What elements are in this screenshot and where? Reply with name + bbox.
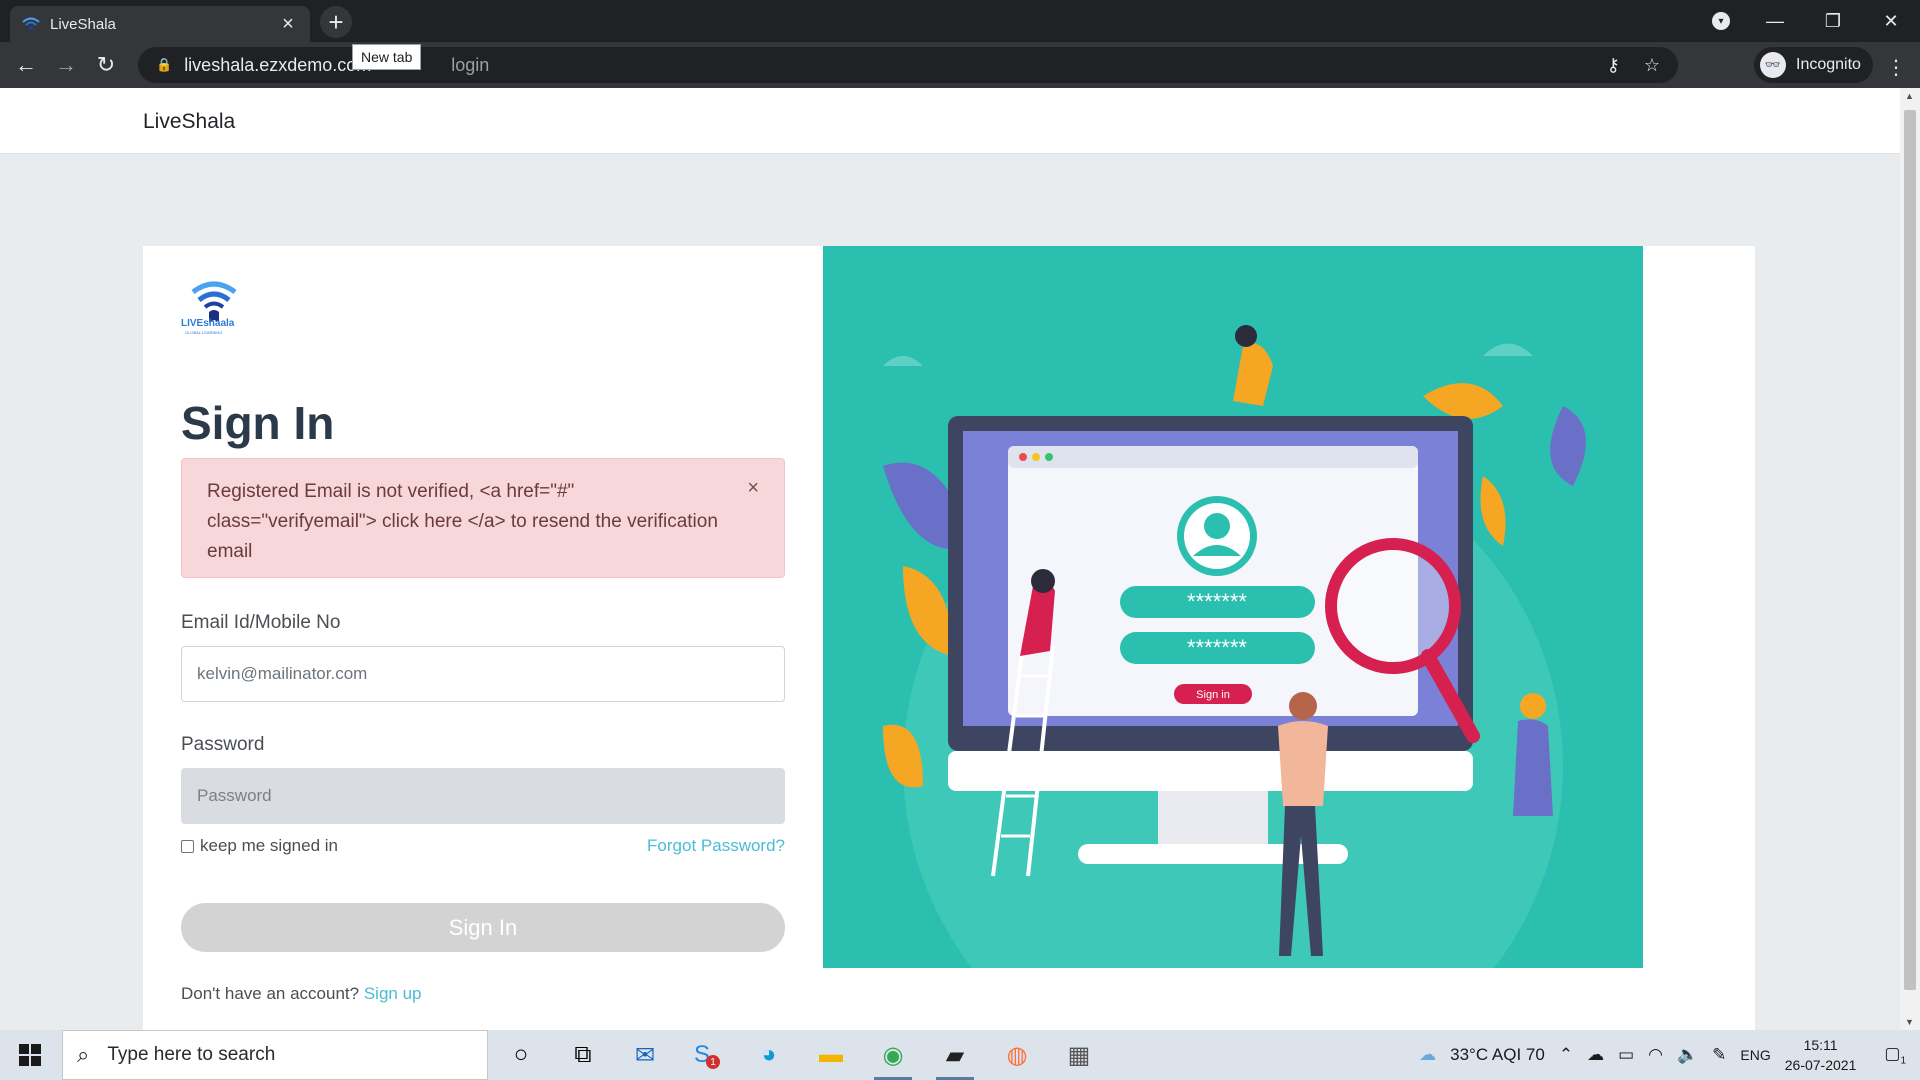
sticky-notes-icon[interactable]: ▰: [924, 1030, 986, 1080]
forward-icon[interactable]: →: [46, 52, 86, 78]
search-icon: ⌕: [77, 1042, 90, 1067]
scroll-down-icon[interactable]: ▼: [1905, 1017, 1914, 1027]
taskbar-search-input[interactable]: ⌕ Type here to search: [62, 1030, 488, 1080]
tab-search-icon[interactable]: ▾: [1712, 12, 1730, 30]
key-icon[interactable]: ⚷: [1607, 55, 1620, 76]
weather-cloud-icon[interactable]: ☁: [1419, 1045, 1436, 1065]
login-illustration: ******* ******* Sign in: [823, 246, 1643, 968]
tab-close-icon[interactable]: ×: [278, 13, 298, 36]
cortana-icon[interactable]: ○: [490, 1030, 552, 1080]
skype-badge: 1: [706, 1055, 720, 1069]
alert-close-icon[interactable]: ×: [747, 473, 759, 503]
back-icon[interactable]: ←: [6, 52, 46, 78]
email-field[interactable]: kelvin@mailinator.com: [181, 646, 785, 702]
signin-form-panel: LIVEshaala GLOBAL LEARNING Sign In Regis…: [143, 246, 823, 1030]
start-button[interactable]: [0, 1030, 60, 1080]
signin-card: LIVEshaala GLOBAL LEARNING Sign In Regis…: [143, 246, 1755, 1030]
wifi-favicon-icon: [22, 17, 40, 30]
alert-message: Registered Email is not verified, <a hre…: [207, 481, 718, 562]
remember-checkbox[interactable]: [181, 839, 194, 853]
notifications-icon[interactable]: ▢1: [1884, 1044, 1906, 1066]
close-window-icon[interactable]: ✕: [1862, 11, 1920, 32]
email-label: Email Id/Mobile No: [181, 612, 341, 633]
new-tab-button[interactable]: +: [320, 6, 352, 38]
illustration-signin-label: Sign in: [1196, 689, 1230, 701]
browser-menu-icon[interactable]: ⋮: [1886, 55, 1906, 80]
battery-icon[interactable]: ▭: [1618, 1045, 1634, 1065]
chrome-icon[interactable]: ◉: [862, 1030, 924, 1080]
url-path: login: [451, 54, 490, 75]
weather-text[interactable]: 33°C AQI 70: [1450, 1045, 1545, 1065]
file-explorer-icon[interactable]: ▬: [800, 1030, 862, 1080]
tab-title: LiveShala: [50, 15, 116, 33]
page-title: Sign In: [181, 397, 335, 449]
page-viewport: LiveShala LIVEshaala GLOBAL LEARNING Sig…: [0, 88, 1900, 1030]
signup-link[interactable]: Sign up: [364, 984, 422, 1003]
browser-tab-bar: LiveShala × + ▾ — ❐ ✕: [0, 0, 1920, 42]
incognito-label: Incognito: [1796, 56, 1861, 73]
signup-prompt-text: Don't have an account?: [181, 984, 360, 1003]
window-controls: — ❐ ✕: [1746, 0, 1920, 42]
wifi-icon[interactable]: ◠: [1648, 1045, 1663, 1065]
signup-prompt: Don't have an account? Sign up: [181, 984, 422, 1004]
remember-label: keep me signed in: [200, 836, 338, 855]
show-hidden-icons-icon[interactable]: ⌃: [1559, 1045, 1573, 1065]
clock-time: 15:11: [1803, 1037, 1838, 1053]
taskbar-apps: ○ ⧉ ✉ S1 ◕ ▬ ◉ ▰ ◍ ▦: [490, 1030, 1110, 1080]
site-header: LiveShala: [0, 88, 1900, 154]
site-brand-link[interactable]: LiveShala: [143, 110, 235, 134]
calculator-icon[interactable]: ▦: [1048, 1030, 1110, 1080]
logo-text: LIVEshaala: [181, 318, 235, 329]
minimize-icon[interactable]: —: [1746, 11, 1804, 32]
remember-me[interactable]: keep me signed in: [181, 836, 338, 856]
password-mask-2: *******: [1187, 635, 1247, 660]
browser-toolbar: ← → ↻ 🔒 liveshala.ezxdemo.com login ⚷ ☆ …: [0, 42, 1920, 88]
logo-subtext: GLOBAL LEARNING: [185, 330, 223, 335]
password-label: Password: [181, 734, 265, 755]
url-host: liveshala.ezxdemo.com: [184, 54, 372, 75]
taskbar-search-placeholder: Type here to search: [107, 1044, 276, 1065]
bookmark-star-icon[interactable]: ☆: [1644, 55, 1660, 76]
notification-count: 1: [1900, 1055, 1906, 1067]
scroll-up-icon[interactable]: ▲: [1905, 91, 1914, 101]
onedrive-icon[interactable]: ☁: [1587, 1045, 1604, 1065]
password-field[interactable]: Password: [181, 768, 785, 824]
windows-taskbar: ⌕ Type here to search ○ ⧉ ✉ S1 ◕ ▬ ◉ ▰ ◍…: [0, 1030, 1920, 1080]
restore-icon[interactable]: ❐: [1804, 11, 1862, 32]
scrollbar-thumb[interactable]: [1904, 110, 1916, 990]
forgot-password-link[interactable]: Forgot Password?: [647, 836, 785, 856]
pen-icon[interactable]: ✎: [1712, 1045, 1726, 1065]
browser-tab[interactable]: LiveShala ×: [10, 6, 310, 42]
password-mask-1: *******: [1187, 589, 1247, 614]
reload-icon[interactable]: ↻: [86, 52, 126, 78]
task-view-icon[interactable]: ⧉: [552, 1030, 614, 1080]
error-alert: Registered Email is not verified, <a hre…: [181, 458, 785, 578]
incognito-profile-button[interactable]: 👓 Incognito: [1754, 47, 1873, 83]
system-tray: ☁ 33°C AQI 70 ⌃ ☁ ▭ ◠ 🔈 ✎ ENG 15:11 26-0…: [1419, 1030, 1920, 1080]
new-tab-tooltip: New tab: [352, 44, 422, 70]
clock-date: 26-07-2021: [1784, 1057, 1857, 1073]
taskbar-clock[interactable]: 15:11 26-07-2021: [1785, 1035, 1857, 1075]
lock-icon: 🔒: [156, 57, 173, 72]
volume-icon[interactable]: 🔈: [1677, 1045, 1698, 1065]
firefox-icon[interactable]: ◍: [986, 1030, 1048, 1080]
email-value: kelvin@mailinator.com: [197, 664, 368, 683]
mail-icon[interactable]: ✉: [614, 1030, 676, 1080]
signin-button[interactable]: Sign In: [181, 903, 785, 952]
language-indicator[interactable]: ENG: [1740, 1047, 1770, 1063]
windows-logo-icon: [19, 1044, 41, 1066]
skype-icon[interactable]: S1: [676, 1030, 738, 1080]
password-placeholder: Password: [197, 786, 272, 805]
incognito-icon: 👓: [1760, 52, 1786, 78]
page-scrollbar[interactable]: ▲ ▼: [1900, 88, 1920, 1030]
edge-icon[interactable]: ◕: [738, 1030, 800, 1080]
illustration-graphic: ******* ******* Sign in: [883, 325, 1586, 968]
